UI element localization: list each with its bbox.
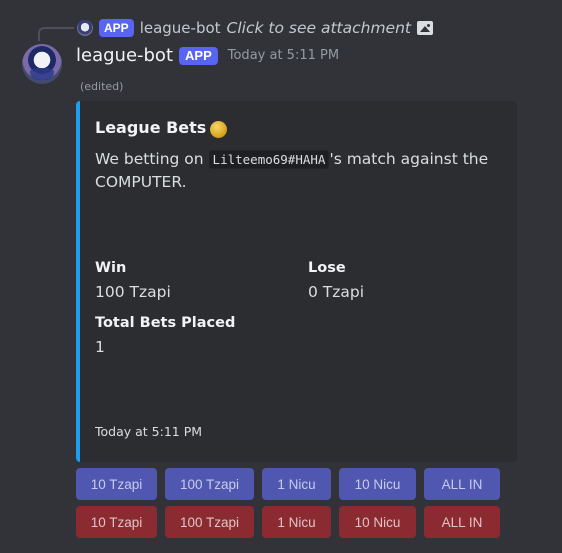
reply-spine: [38, 27, 74, 41]
bet-win-10-nicu-button[interactable]: 10 Nicu: [339, 468, 416, 500]
username[interactable]: league-bot: [76, 45, 173, 66]
bet-lose-1-nicu-button[interactable]: 1 Nicu: [262, 506, 331, 538]
message-header: league-bot APP Today at 5:11 PM: [76, 45, 339, 66]
image-icon: [417, 21, 433, 35]
bet-lose-100-tzapi-button[interactable]: 100 Tzapi: [165, 506, 254, 538]
bet-win-1-nicu-button[interactable]: 1 Nicu: [262, 468, 331, 500]
field-total-bets: Total Bets Placed 1: [95, 313, 235, 358]
field-win: Win 100 Tzapi: [95, 258, 171, 303]
avatar[interactable]: [22, 44, 62, 84]
embed-title: League Bets: [95, 117, 228, 138]
field-total-bets-value: 1: [95, 338, 105, 356]
embed-description: We betting on Lilteemo69#HAHA's match ag…: [95, 148, 495, 194]
app-badge: APP: [179, 46, 218, 65]
bet-win-all-in-button[interactable]: ALL IN: [424, 468, 500, 500]
bet-lose-all-in-button[interactable]: ALL IN: [424, 506, 500, 538]
reply-preview[interactable]: APP league-bot Click to see attachment: [77, 18, 433, 38]
embed-footer-timestamp: Today at 5:11 PM: [95, 424, 203, 439]
reply-attachment-text[interactable]: Click to see attachment: [227, 19, 411, 37]
field-win-value: 100 Tzapi: [95, 283, 171, 301]
field-total-bets-name: Total Bets Placed: [95, 315, 236, 331]
bet-lose-10-nicu-button[interactable]: 10 Nicu: [339, 506, 416, 538]
field-win-name: Win: [95, 260, 127, 276]
bet-win-10-tzapi-button[interactable]: 10 Tzapi: [76, 468, 157, 500]
lose-bet-buttons: 10 Tzapi 100 Tzapi 1 Nicu 10 Nicu ALL IN: [76, 506, 500, 538]
embed-title-text: League Bets: [95, 118, 207, 137]
bet-lose-10-tzapi-button[interactable]: 10 Tzapi: [76, 506, 157, 538]
bet-win-100-tzapi-button[interactable]: 100 Tzapi: [165, 468, 254, 500]
embed-card: League Bets We betting on Lilteemo69#HAH…: [76, 101, 517, 462]
player-code: Lilteemo69#HAHA: [208, 150, 330, 169]
mini-avatar-icon: [77, 20, 93, 36]
field-lose: Lose 0 Tzapi: [308, 258, 364, 303]
reply-author[interactable]: league-bot: [140, 19, 221, 37]
coin-icon: [210, 121, 228, 138]
field-lose-name: Lose: [308, 260, 346, 276]
reply-app-badge: APP: [99, 19, 134, 37]
desc-before: We betting on: [95, 150, 209, 168]
win-bet-buttons: 10 Tzapi 100 Tzapi 1 Nicu 10 Nicu ALL IN: [76, 468, 500, 500]
field-lose-value: 0 Tzapi: [308, 283, 365, 301]
message-timestamp: Today at 5:11 PM: [227, 48, 340, 63]
edited-label: (edited): [80, 80, 124, 93]
